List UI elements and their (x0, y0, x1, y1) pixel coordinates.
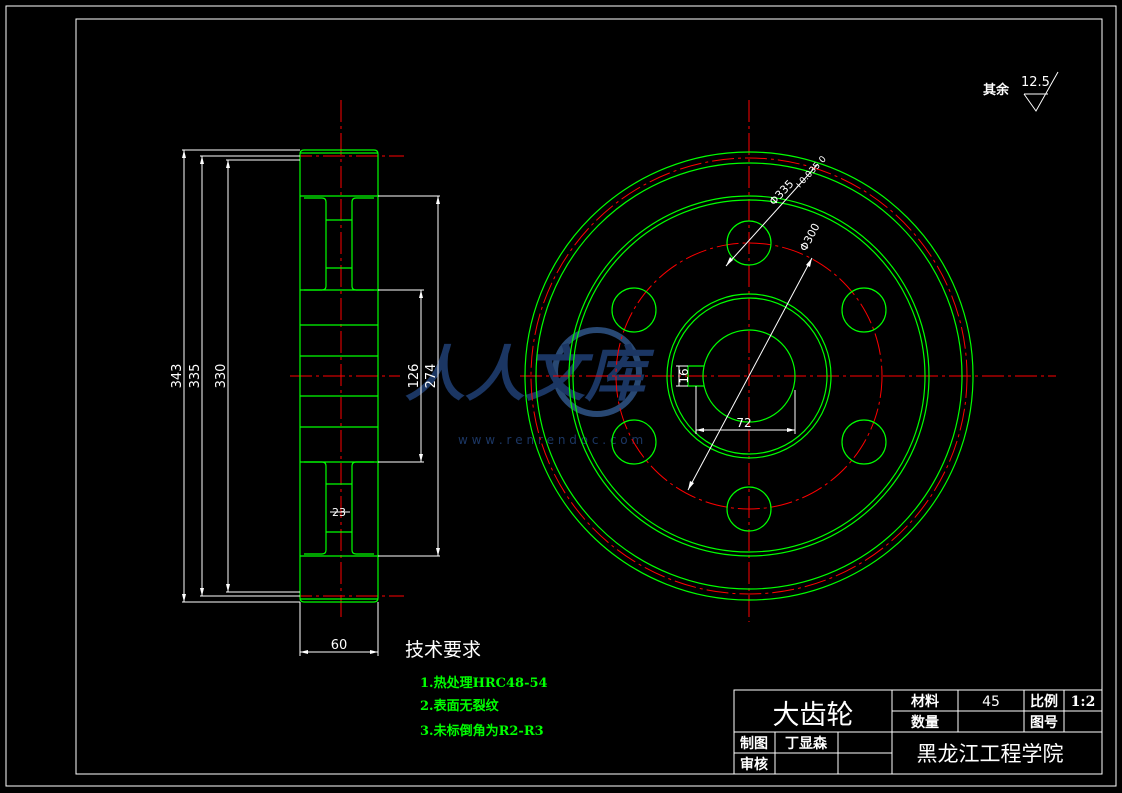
tech-req-title: 技术要求 (405, 639, 481, 661)
roughness-label: 其余 (983, 82, 1010, 98)
part-name: 大齿轮 (773, 700, 854, 731)
label-drawn-by: 制图 (740, 735, 768, 752)
side-dimension-lines (182, 149, 440, 656)
front-dimension-lines (676, 163, 819, 491)
dim-23: 23 (332, 506, 346, 519)
watermark-text: 人人文库 (405, 340, 655, 410)
label-reviewed-by: 审核 (740, 756, 768, 773)
dim-343: 343 (170, 364, 185, 389)
value-scale: 1:2 (1071, 694, 1096, 710)
value-material: 45 (982, 694, 1000, 710)
side-dimension-arrows (182, 150, 440, 654)
roughness-value: 12.5 (1021, 75, 1050, 90)
watermark-url: w w w . r e n r e n d o c . c o m (458, 433, 643, 447)
drawing-canvas: 人人文库 w w w . r e n r e n d o c . c o m 3… (0, 0, 1122, 793)
dim-330: 330 (214, 364, 229, 389)
dim-pitch-diameter: Φ300 (797, 221, 822, 253)
label-scale: 比例 (1030, 693, 1058, 710)
title-block: 大齿轮 材料 数量 45 比例 图号 1:2 制图 丁显森 审核 黑龙江工程学院 (733, 689, 1103, 775)
technical-requirements: 技术要求 1.热处理HRC48-54 2.表面无裂纹 3.未标倒角为R2-R3 (405, 639, 548, 739)
label-quantity: 数量 (911, 714, 939, 731)
dim-keyway-depth: 72 (736, 416, 751, 430)
roughness-symbol: 其余 12.5 (983, 71, 1059, 112)
dim-335: 335 (188, 364, 203, 389)
dim-outer-tolerance: +0.035 0 (793, 154, 829, 192)
dim-keyway-width: 16 (677, 368, 691, 383)
dim-126: 126 (407, 364, 422, 389)
dim-60: 60 (331, 638, 348, 653)
tech-req-item: 1.热处理HRC48-54 (420, 675, 548, 691)
label-drawing-no: 图号 (1030, 715, 1058, 731)
tech-req-item: 2.表面无裂纹 (420, 698, 500, 714)
side-view: 343 335 330 126 274 60 23 (170, 100, 440, 656)
watermark: 人人文库 w w w . r e n r e n d o c . c o m (405, 327, 655, 447)
tech-req-item: 3.未标倒角为R2-R3 (420, 723, 544, 739)
school-name: 黑龙江工程学院 (917, 742, 1064, 766)
web-hole (611, 287, 657, 333)
value-drawn-by: 丁显森 (785, 735, 828, 752)
cad-drawing: 人人文库 w w w . r e n r e n d o c . c o m 3… (5, 5, 1117, 787)
label-material: 材料 (911, 693, 939, 710)
dim-274: 274 (424, 364, 439, 389)
